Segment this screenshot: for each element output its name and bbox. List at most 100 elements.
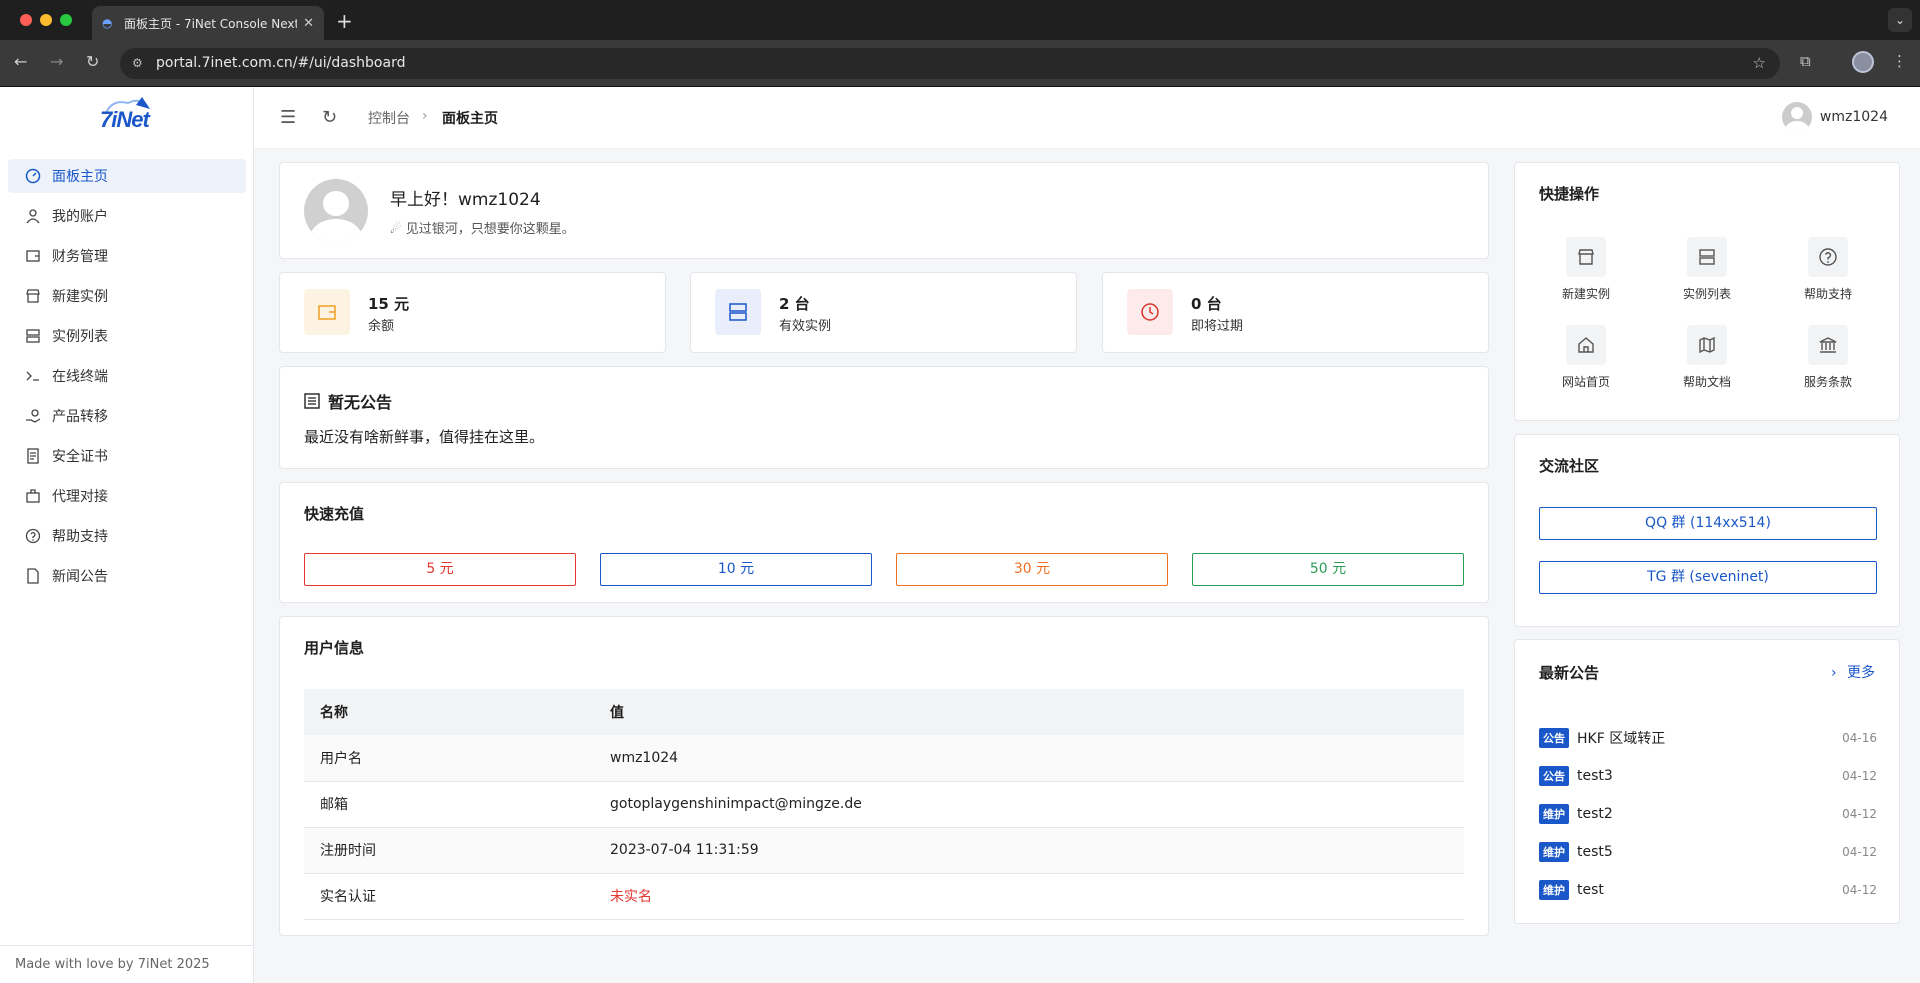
tab-search-icon[interactable]: ⌄	[1888, 8, 1912, 32]
notice-item[interactable]: 维护 test2 04-12	[1539, 802, 1877, 826]
menu-toggle-icon[interactable]: ☰	[280, 107, 296, 128]
quick-action-instance-list[interactable]: 实例列表	[1662, 237, 1752, 302]
close-window-button[interactable]	[20, 14, 32, 26]
announcement-body: 最近没有啥新鲜事，值得挂在这里。	[304, 428, 545, 446]
welcome-card: 早上好！wmz1024 ☄ 见过银河，只想要你这颗星。	[279, 162, 1489, 259]
sidebar-item-label: 帮助支持	[52, 529, 108, 545]
notice-title: test5	[1577, 844, 1613, 860]
user-menu[interactable]: wmz1024	[1781, 102, 1888, 132]
sidebar-item-terminal[interactable]: 在线终端	[8, 359, 246, 393]
notice-tag: 公告	[1539, 766, 1569, 786]
stat-card-expiring: 0 台 即将过期	[1102, 272, 1489, 353]
latest-notices-title: 最新公告	[1539, 664, 1600, 682]
notice-item[interactable]: 维护 test5 04-12	[1539, 840, 1877, 864]
sidebar-item-label: 在线终端	[52, 369, 108, 385]
more-link[interactable]: › 更多	[1831, 662, 1875, 682]
forward-icon[interactable]: →	[50, 52, 63, 71]
avatar	[1781, 102, 1812, 132]
site-info-icon[interactable]: ⚙	[132, 48, 143, 79]
recharge-50-button[interactable]: 50 元	[1192, 553, 1464, 586]
sidebar-item-label: 新建实例	[52, 289, 108, 305]
terminal-icon	[24, 367, 42, 385]
recharge-10-button[interactable]: 10 元	[600, 553, 872, 586]
quick-action-docs[interactable]: 帮助文档	[1662, 325, 1752, 390]
notice-date: 04-12	[1842, 769, 1877, 783]
browser-tab[interactable]: ◓ 面板主页 - 7iNet Console Next ✕	[92, 6, 324, 40]
stat-value: 2 台	[779, 295, 810, 313]
breadcrumb-root[interactable]: 控制台	[368, 108, 410, 128]
stat-card-balance: 15 元 余额	[279, 272, 666, 353]
sidebar-footer: Made with love by 7iNet 2025	[0, 945, 254, 983]
sidebar-menu: 面板主页 我的账户 财务管理 新建实例 实例列表 在线终端 产品转移 安全证书	[8, 159, 246, 599]
quick-action-home[interactable]: 网站首页	[1541, 325, 1631, 390]
quick-action-label: 服务条款	[1803, 375, 1852, 389]
notice-item[interactable]: 公告 test3 04-12	[1539, 764, 1877, 788]
help-icon	[1808, 237, 1848, 277]
close-tab-icon[interactable]: ✕	[303, 16, 314, 31]
table-row: 实名认证 未实名	[304, 873, 1464, 920]
sidebar-item-finance[interactable]: 财务管理	[8, 239, 246, 273]
refresh-icon[interactable]: ↻	[322, 107, 337, 128]
profile-avatar-icon[interactable]	[1852, 51, 1874, 73]
notice-tag: 维护	[1539, 804, 1569, 824]
sidebar-item-help[interactable]: 帮助支持	[8, 519, 246, 553]
store-icon	[24, 287, 42, 305]
browser-menu-icon[interactable]: ⋮	[1892, 52, 1907, 70]
breadcrumb-current: 面板主页	[442, 111, 498, 127]
sidebar-item-label: 安全证书	[52, 449, 108, 465]
reload-icon[interactable]: ↻	[86, 52, 99, 71]
avatar	[304, 179, 368, 243]
announcement-card: 暂无公告 最近没有啥新鲜事，值得挂在这里。	[279, 366, 1489, 469]
sidebar-item-dashboard[interactable]: 面板主页	[8, 159, 246, 193]
notice-title: test2	[1577, 806, 1613, 822]
recharge-5-button[interactable]: 5 元	[304, 553, 576, 586]
quick-action-label: 新建实例	[1561, 287, 1610, 301]
clock-icon	[1127, 289, 1173, 335]
sidebar: 7iNet 面板主页 我的账户 财务管理 新建实例 实例列表 在线终端 产品转移	[0, 87, 254, 983]
quick-action-label: 实例列表	[1682, 287, 1731, 301]
username: wmz1024	[1819, 109, 1888, 125]
notice-date: 04-12	[1842, 807, 1877, 821]
row-value: gotoplaygenshinimpact@mingze.de	[594, 781, 1464, 828]
tg-group-button[interactable]: TG 群 (seveninet)	[1539, 561, 1877, 594]
dashboard-icon	[24, 167, 42, 185]
sidebar-item-instance-list[interactable]: 实例列表	[8, 319, 246, 353]
column-header: 值	[594, 689, 1464, 735]
minimize-window-button[interactable]	[40, 14, 52, 26]
notice-date: 04-12	[1842, 883, 1877, 897]
tab-title: 面板主页 - 7iNet Console Next	[124, 16, 298, 31]
qq-group-button[interactable]: QQ 群 (114xx514)	[1539, 507, 1877, 540]
sidebar-item-new-instance[interactable]: 新建实例	[8, 279, 246, 313]
breadcrumb-separator-icon: ›	[422, 108, 428, 124]
notice-title: test3	[1577, 768, 1613, 784]
notice-item[interactable]: 公告 HKF 区域转正 04-16	[1539, 726, 1877, 750]
chevron-right-icon: ›	[1830, 665, 1837, 681]
recharge-30-button[interactable]: 30 元	[896, 553, 1168, 586]
notice-item[interactable]: 维护 test 04-12	[1539, 878, 1877, 902]
sidebar-item-agent[interactable]: 代理对接	[8, 479, 246, 513]
greeting: 早上好！wmz1024	[390, 190, 541, 210]
sidebar-item-certificate[interactable]: 安全证书	[8, 439, 246, 473]
sidebar-item-account[interactable]: 我的账户	[8, 199, 246, 233]
user-info-card: 用户信息 名称 值 用户名 wmz1024 邮箱 gotoplaygenshin…	[279, 616, 1489, 936]
wallet-icon	[304, 289, 350, 335]
zoom-window-button[interactable]	[60, 14, 72, 26]
quick-action-help[interactable]: 帮助支持	[1783, 237, 1873, 302]
server-icon	[1687, 237, 1727, 277]
quick-action-new-instance[interactable]: 新建实例	[1541, 237, 1631, 302]
extensions-icon[interactable]: ⧉	[1800, 52, 1811, 70]
announcement-icon	[304, 393, 320, 409]
browser-tab-strip: ◓ 面板主页 - 7iNet Console Next ✕ + ⌄	[0, 0, 1920, 40]
sidebar-item-label: 我的账户	[52, 209, 108, 225]
back-icon[interactable]: ←	[14, 52, 27, 71]
sidebar-item-transfer[interactable]: 产品转移	[8, 399, 246, 433]
latest-notices-card: 最新公告 › 更多 公告 HKF 区域转正 04-16 公告 test3 04-…	[1514, 639, 1900, 924]
briefcase-icon	[24, 487, 42, 505]
sidebar-item-news[interactable]: 新闻公告	[8, 559, 246, 593]
address-bar[interactable]: ⚙ portal.7inet.com.cn/#/ui/dashboard ☆	[120, 48, 1780, 79]
quick-action-terms[interactable]: 服务条款	[1783, 325, 1873, 390]
column-header: 名称	[304, 689, 594, 735]
bookmark-star-icon[interactable]: ☆	[1753, 48, 1766, 79]
new-tab-icon[interactable]: +	[336, 9, 353, 33]
sidebar-item-label: 新闻公告	[52, 569, 108, 585]
